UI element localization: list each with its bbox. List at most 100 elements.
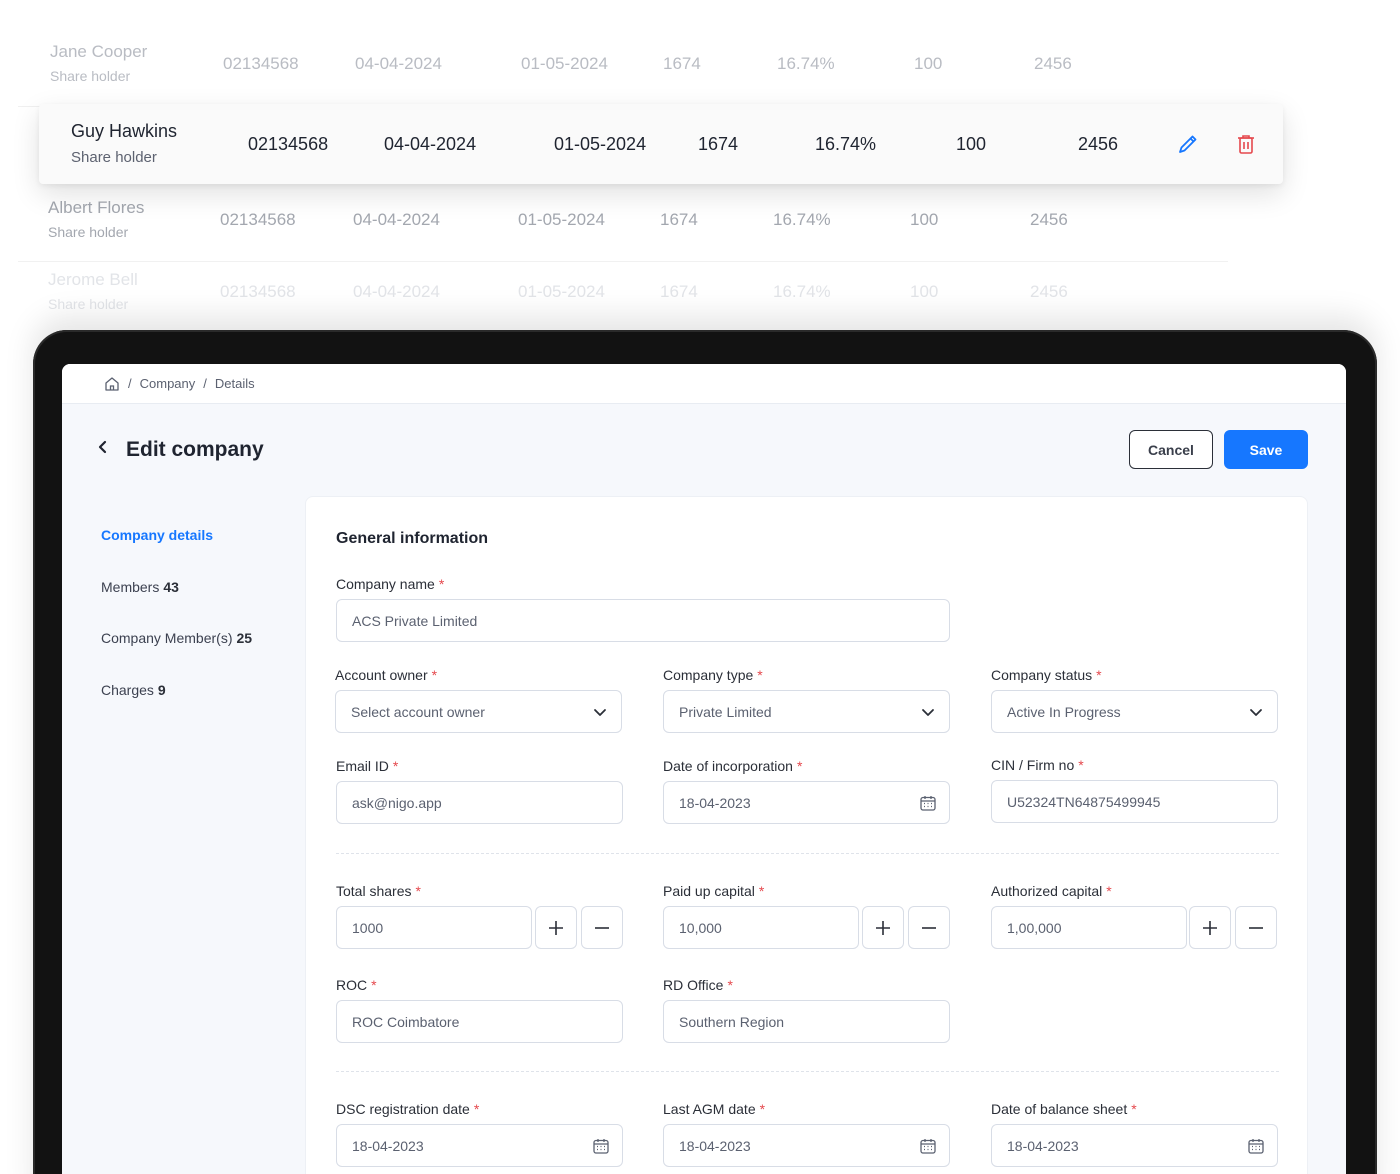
row-name: Jane Cooper <box>50 42 148 61</box>
row-id: 02134568 <box>248 134 329 154</box>
row-name: Jerome Bell <box>48 270 138 289</box>
row-value-1: 1674 <box>660 210 698 229</box>
paid-up-capital-plus-button[interactable] <box>862 906 904 949</box>
row-date-2: 01-05-2024 <box>518 210 605 229</box>
app-screen: / Company / Details Edit company Cancel … <box>62 364 1346 1174</box>
pencil-icon[interactable] <box>1176 132 1200 156</box>
email-field[interactable]: ask@nigo.app <box>336 781 623 824</box>
nav-item-label: Company details <box>101 527 214 543</box>
back-arrow-icon[interactable] <box>96 438 110 461</box>
total-shares-plus-button[interactable] <box>535 906 577 949</box>
company-status-select[interactable]: Active In Progress <box>991 690 1278 733</box>
breadcrumb-separator: / <box>203 376 207 391</box>
row-percent: 16.74% <box>815 134 877 154</box>
roc-label: ROC * <box>336 977 377 993</box>
breadcrumb-separator: / <box>128 376 132 391</box>
nav-item-company-members[interactable]: Company Member(s) 25 <box>101 630 252 646</box>
section-divider <box>336 1071 1279 1072</box>
save-button[interactable]: Save <box>1224 430 1308 469</box>
authorized-capital-minus-button[interactable] <box>1235 906 1277 949</box>
row-date-1: 04-04-2024 <box>353 282 440 301</box>
account-owner-select[interactable]: Select account owner <box>335 690 622 733</box>
row-id: 02134568 <box>220 210 296 229</box>
calendar-icon[interactable] <box>919 1137 937 1155</box>
account-owner-placeholder: Select account owner <box>351 703 485 720</box>
row-role: Share holder <box>71 149 157 166</box>
section-title: General information <box>336 530 489 547</box>
row-name: Albert Flores <box>48 198 145 217</box>
row-name: Guy Hawkins <box>71 121 178 141</box>
row-percent: 16.74% <box>777 54 835 73</box>
row-date-2: 01-05-2024 <box>554 134 647 154</box>
company-type-label: Company type * <box>663 667 763 683</box>
company-status-label: Company status * <box>991 667 1102 683</box>
paid-up-capital-input[interactable]: 10,000 <box>663 906 859 949</box>
incorporation-date-label: Date of incorporation * <box>663 758 803 774</box>
nav-item-company-details[interactable]: Company details <box>101 527 213 543</box>
general-information-card: General information Company name * ACS Pr… <box>305 496 1308 1174</box>
dsc-date-input[interactable]: 18-04-2023 <box>336 1124 623 1167</box>
nav-item-count: 25 <box>236 630 253 646</box>
row-percent: 16.74% <box>773 282 831 301</box>
total-shares-minus-button[interactable] <box>581 906 623 949</box>
incorporation-date-input[interactable]: 18-04-2023 <box>663 781 950 824</box>
agm-date-input[interactable]: 18-04-2023 <box>663 1124 950 1167</box>
balance-sheet-date-input[interactable]: 18-04-2023 <box>991 1124 1278 1167</box>
account-owner-label: Account owner * <box>335 667 438 683</box>
row-value-3: 2456 <box>1078 134 1119 154</box>
rd-office-label: RD Office * <box>663 977 733 993</box>
paid-up-capital-minus-button[interactable] <box>908 906 950 949</box>
cancel-button[interactable]: Cancel <box>1129 430 1213 469</box>
row-value-1: 1674 <box>663 54 701 73</box>
section-divider <box>336 853 1279 854</box>
table-row[interactable]: Albert Flores Share holder 02134568 04-0… <box>18 184 1228 262</box>
company-name-input[interactable]: ACS Private Limited <box>336 599 950 642</box>
row-role: Share holder <box>48 224 129 240</box>
row-value-3: 2456 <box>1030 210 1068 229</box>
row-value-2: 100 <box>910 210 939 229</box>
row-value-1: 1674 <box>698 134 739 154</box>
nav-item-label: Charges <box>101 682 154 698</box>
roc-input[interactable]: ROC Coimbatore <box>336 1000 623 1043</box>
row-value-3: 2456 <box>1034 54 1072 73</box>
trash-icon[interactable] <box>1234 132 1258 156</box>
authorized-capital-input[interactable]: 1,00,000 <box>991 906 1187 949</box>
company-status-value: Active In Progress <box>1007 703 1121 720</box>
page-title: Edit company <box>126 438 264 461</box>
breadcrumb-details: Details <box>214 376 255 391</box>
row-role: Share holder <box>48 296 129 312</box>
breadcrumb-company[interactable]: Company <box>140 376 196 391</box>
calendar-icon[interactable] <box>919 794 937 812</box>
row-date-2: 01-05-2024 <box>521 54 608 73</box>
chevron-down-icon <box>919 703 937 721</box>
agm-date-value: 18-04-2023 <box>679 1137 751 1154</box>
nav-item-charges[interactable]: Charges 9 <box>101 682 166 698</box>
calendar-icon[interactable] <box>592 1137 610 1155</box>
balance-sheet-date-value: 18-04-2023 <box>1007 1137 1079 1154</box>
row-value-2: 100 <box>956 134 987 154</box>
nav-item-members[interactable]: Members 43 <box>101 579 179 595</box>
calendar-icon[interactable] <box>1247 1137 1265 1155</box>
nav-item-count: 9 <box>157 682 166 698</box>
row-role: Share holder <box>50 68 131 84</box>
cin-label: CIN / Firm no * <box>991 757 1084 773</box>
table-row-highlighted[interactable]: Guy Hawkins Share holder 02134568 04-04-… <box>39 104 1283 184</box>
breadcrumb: / Company / Details <box>62 364 1346 404</box>
company-type-select[interactable]: Private Limited <box>663 690 950 733</box>
nav-item-label: Members <box>101 579 160 595</box>
row-value-2: 100 <box>910 282 939 301</box>
company-type-value: Private Limited <box>679 703 772 720</box>
total-shares-label: Total shares * <box>336 883 421 899</box>
total-shares-input[interactable]: 1000 <box>336 906 532 949</box>
home-icon[interactable] <box>104 376 120 392</box>
chevron-down-icon <box>1247 703 1265 721</box>
table-row[interactable]: Jane Cooper Share holder 02134568 04-04-… <box>18 28 1236 106</box>
company-name-label: Company name * <box>336 576 445 592</box>
authorized-capital-label: Authorized capital * <box>991 883 1112 899</box>
cin-input[interactable]: U52324TN64875499945 <box>991 780 1278 823</box>
row-value-2: 100 <box>914 54 943 73</box>
agm-date-label: Last AGM date * <box>663 1101 766 1117</box>
authorized-capital-plus-button[interactable] <box>1189 906 1231 949</box>
rd-office-input[interactable]: Southern Region <box>663 1000 950 1043</box>
table-row[interactable]: Jerome Bell Share holder 02134568 04-04-… <box>18 256 1228 334</box>
